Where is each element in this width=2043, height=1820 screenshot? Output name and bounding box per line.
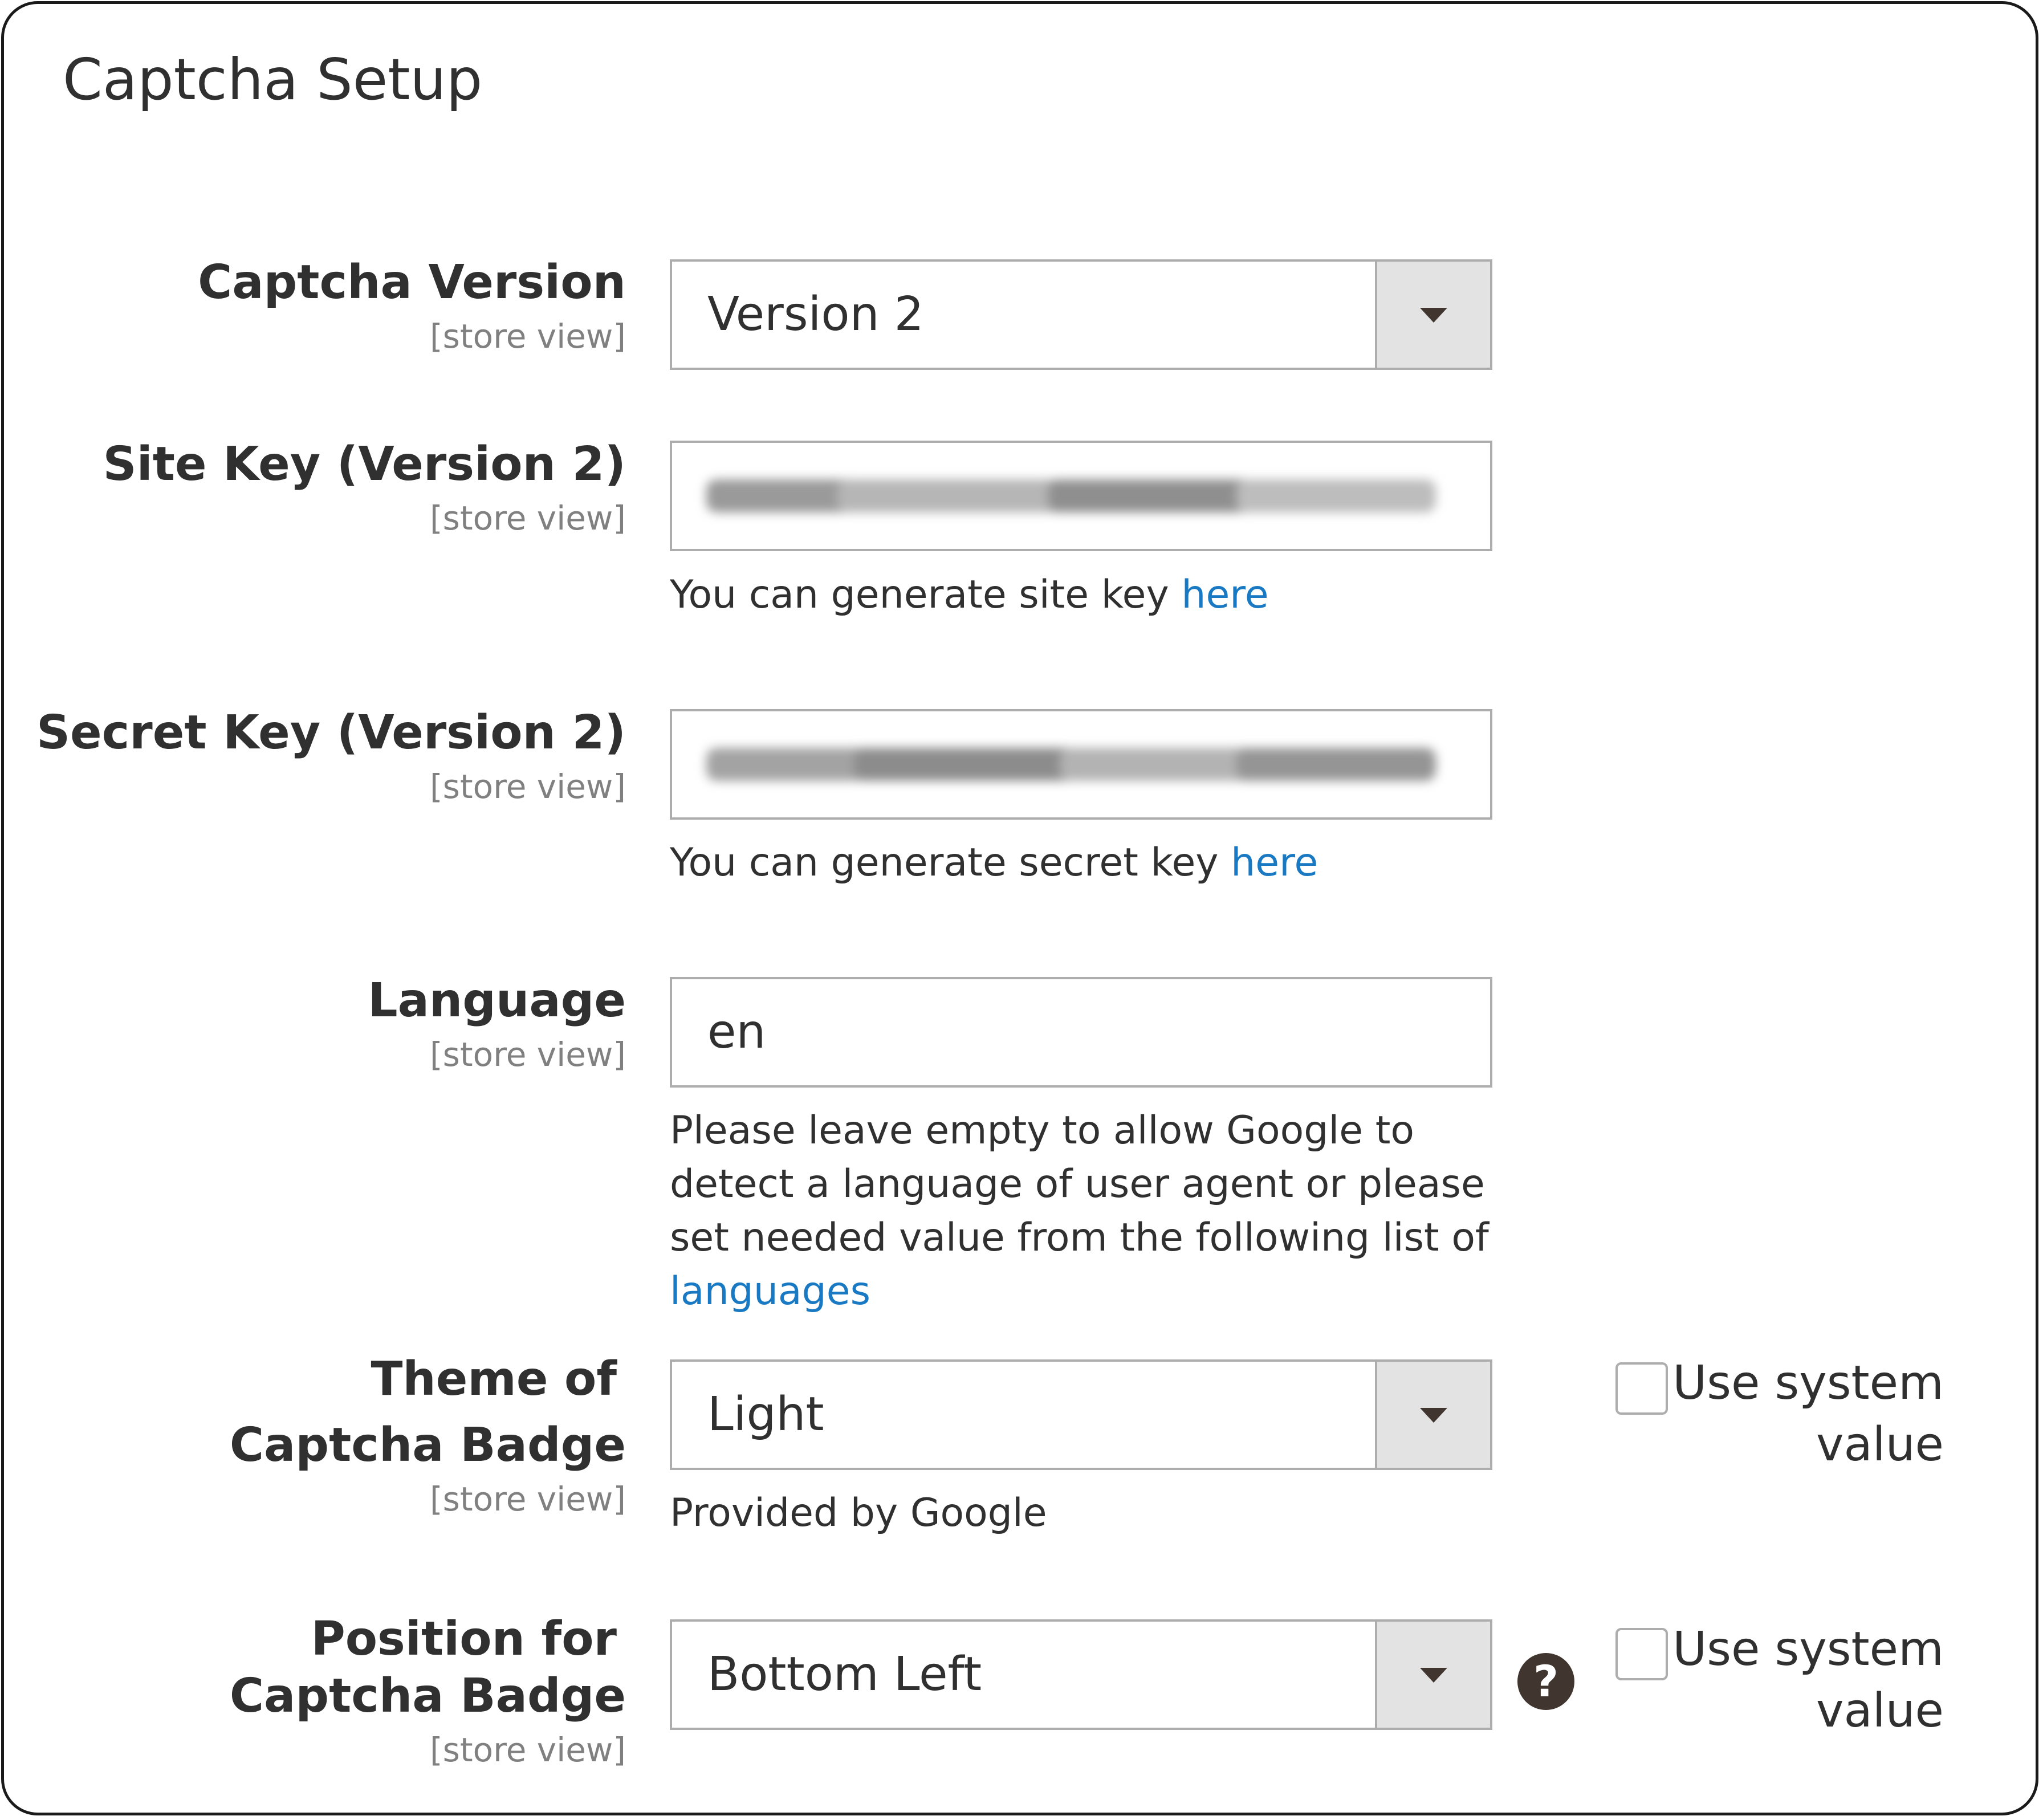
secret-key-note-text: You can generate secret key (670, 840, 1231, 885)
site-key-note-text: You can generate site key (670, 572, 1182, 617)
captcha-version-value: Version 2 (707, 287, 924, 341)
theme-note: Provided by Google (670, 1491, 1047, 1536)
chevron-down-icon (1420, 308, 1447, 323)
theme-select[interactable]: Light (670, 1359, 1492, 1470)
theme-label-line-1: Theme of (371, 1352, 617, 1406)
language-note-line-3: set needed value from the following list… (670, 1215, 1489, 1260)
position-select[interactable]: Bottom Left (670, 1619, 1492, 1730)
captcha-version-dropdown-button[interactable] (1375, 262, 1490, 368)
captcha-version-scope: [store view] (430, 317, 626, 356)
secret-key-obscured-value (706, 748, 1456, 781)
theme-use-system-line-1: Use system (1672, 1356, 1944, 1410)
theme-scope: [store view] (430, 1480, 626, 1518)
secret-key-note: You can generate secret key here (670, 836, 1318, 890)
position-use-system-label: Use system value (1602, 1619, 1944, 1742)
chevron-down-icon (1420, 1408, 1447, 1423)
position-label-line-2: Captcha Badge (229, 1669, 626, 1723)
language-note-line-2: detect a language of user agent or pleas… (670, 1162, 1485, 1207)
chevron-down-icon (1420, 1668, 1447, 1683)
position-use-system-line-1: Use system (1672, 1622, 1944, 1676)
secret-key-scope: [store view] (430, 767, 626, 806)
position-dropdown-button[interactable] (1375, 1622, 1490, 1728)
site-key-note: You can generate site key here (670, 568, 1269, 622)
theme-use-system-line-2: value (1816, 1418, 1944, 1472)
question-circle-icon[interactable]: ? (1517, 1653, 1574, 1710)
site-key-scope: [store view] (430, 499, 626, 538)
theme-dropdown-button[interactable] (1375, 1362, 1490, 1468)
site-key-input[interactable] (670, 441, 1492, 551)
position-value: Bottom Left (707, 1647, 982, 1701)
language-label: Language (368, 974, 626, 1028)
site-key-here-link[interactable]: here (1181, 572, 1268, 617)
position-use-system-line-2: value (1816, 1684, 1944, 1738)
theme-value: Light (707, 1387, 824, 1442)
section-title: Captcha Setup (63, 46, 483, 113)
language-input[interactable]: en (670, 977, 1492, 1088)
theme-label-line-2: Captcha Badge (229, 1418, 626, 1472)
secret-key-input[interactable] (670, 709, 1492, 820)
language-scope: [store view] (430, 1035, 626, 1074)
language-note-line-1: Please leave empty to allow Google to (670, 1108, 1414, 1153)
theme-use-system-label: Use system value (1602, 1353, 1944, 1476)
position-scope: [store view] (430, 1731, 626, 1769)
site-key-obscured-value (706, 479, 1456, 512)
position-label-line-1: Position for (311, 1612, 617, 1666)
site-key-label: Site Key (Version 2) (103, 437, 626, 491)
languages-link[interactable]: languages (670, 1265, 870, 1318)
secret-key-label: Secret Key (Version 2) (36, 706, 626, 760)
secret-key-here-link[interactable]: here (1231, 840, 1318, 885)
captcha-version-label: Captcha Version (198, 255, 626, 310)
language-value: en (707, 1005, 766, 1059)
captcha-version-select[interactable]: Version 2 (670, 259, 1492, 370)
